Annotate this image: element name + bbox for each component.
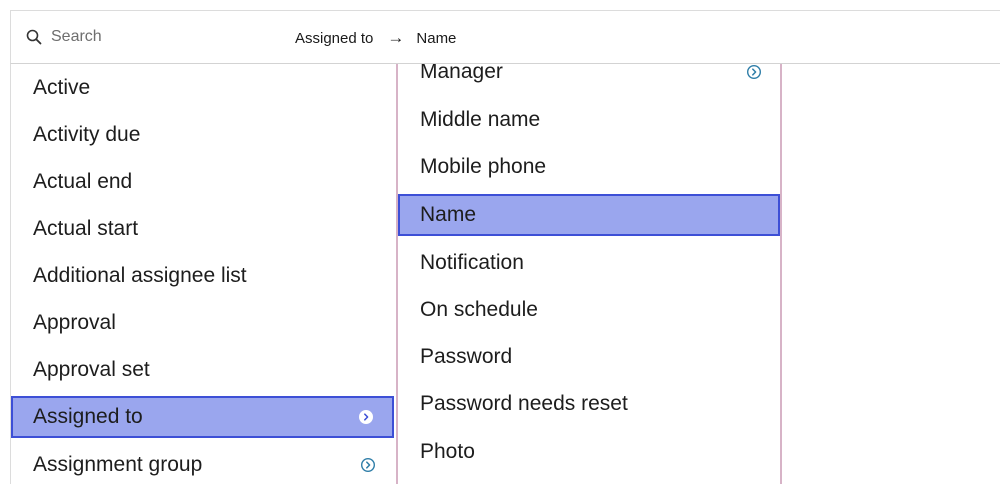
list-item-label: Additional assignee list <box>33 264 247 287</box>
list-item[interactable]: Actual end <box>11 161 394 203</box>
list-item-label: Notification <box>420 251 524 274</box>
chevron-right-circle-icon[interactable] <box>358 409 374 425</box>
list-item-label: Manager <box>420 64 503 83</box>
list-item-label: Assigned to <box>33 405 143 428</box>
list-item[interactable]: Assignment group <box>11 444 394 484</box>
list-item-label: Password needs reset <box>420 392 628 415</box>
list-item[interactable]: Middle name <box>398 99 780 141</box>
list-item-label: Password <box>420 345 513 368</box>
breadcrumb: Assigned to → Name <box>295 27 456 49</box>
list-item[interactable]: Active <box>11 67 394 109</box>
list-item-label: Middle name <box>420 108 541 131</box>
list-item[interactable]: On schedule <box>398 289 780 331</box>
list-item-label: Assignment group <box>33 453 203 476</box>
list-item[interactable]: Approval <box>11 302 394 344</box>
list-item[interactable]: Manager <box>398 64 780 93</box>
breadcrumb-current: Name <box>416 29 457 47</box>
list-item[interactable]: Password <box>398 336 780 378</box>
chevron-right-circle-icon[interactable] <box>360 457 376 473</box>
list-item-label: Actual end <box>33 170 133 193</box>
list-item-label: On schedule <box>420 298 538 321</box>
list-item-label: Activity due <box>33 123 141 146</box>
list-item-label: Name <box>420 203 477 226</box>
list-item-label: Mobile phone <box>420 155 547 178</box>
list-item-label: Approval set <box>33 358 150 381</box>
field-list-secondary: Manager Middle name Mobile phone Name Notifi… <box>396 64 782 484</box>
breadcrumb-parent[interactable]: Assigned to <box>295 30 373 47</box>
list-item-label: Photo <box>420 440 475 463</box>
list-item[interactable]: Approval set <box>11 349 394 391</box>
list-item[interactable]: Activity due <box>11 114 394 156</box>
list-item-label: Actual start <box>33 217 139 240</box>
search-placeholder[interactable]: Search <box>51 28 102 46</box>
list-item[interactable]: Password needs reset <box>398 383 780 425</box>
chevron-right-circle-icon[interactable] <box>746 64 762 80</box>
list-item-label: Approval <box>33 311 116 334</box>
field-picker-header: Search Assigned to → Name <box>10 10 1000 64</box>
list-item[interactable]: Additional assignee list <box>11 255 394 297</box>
list-item[interactable]: Mobile phone <box>398 146 780 188</box>
list-item[interactable]: Notification <box>398 242 780 284</box>
list-item-label: Active <box>33 76 91 99</box>
search-field[interactable]: Search <box>25 25 102 49</box>
list-item[interactable]: Actual start <box>11 208 394 250</box>
list-item[interactable]: Photo <box>398 431 780 473</box>
field-picker: Search Assigned to → Name Active Activity… <box>0 0 1002 484</box>
list-item[interactable]: Name <box>398 194 780 236</box>
list-item[interactable]: Assigned to <box>11 396 394 438</box>
search-icon <box>26 29 42 45</box>
field-list-primary: Active Activity due Actual end Actual start… <box>10 64 394 484</box>
arrow-right-icon: → <box>387 28 405 47</box>
